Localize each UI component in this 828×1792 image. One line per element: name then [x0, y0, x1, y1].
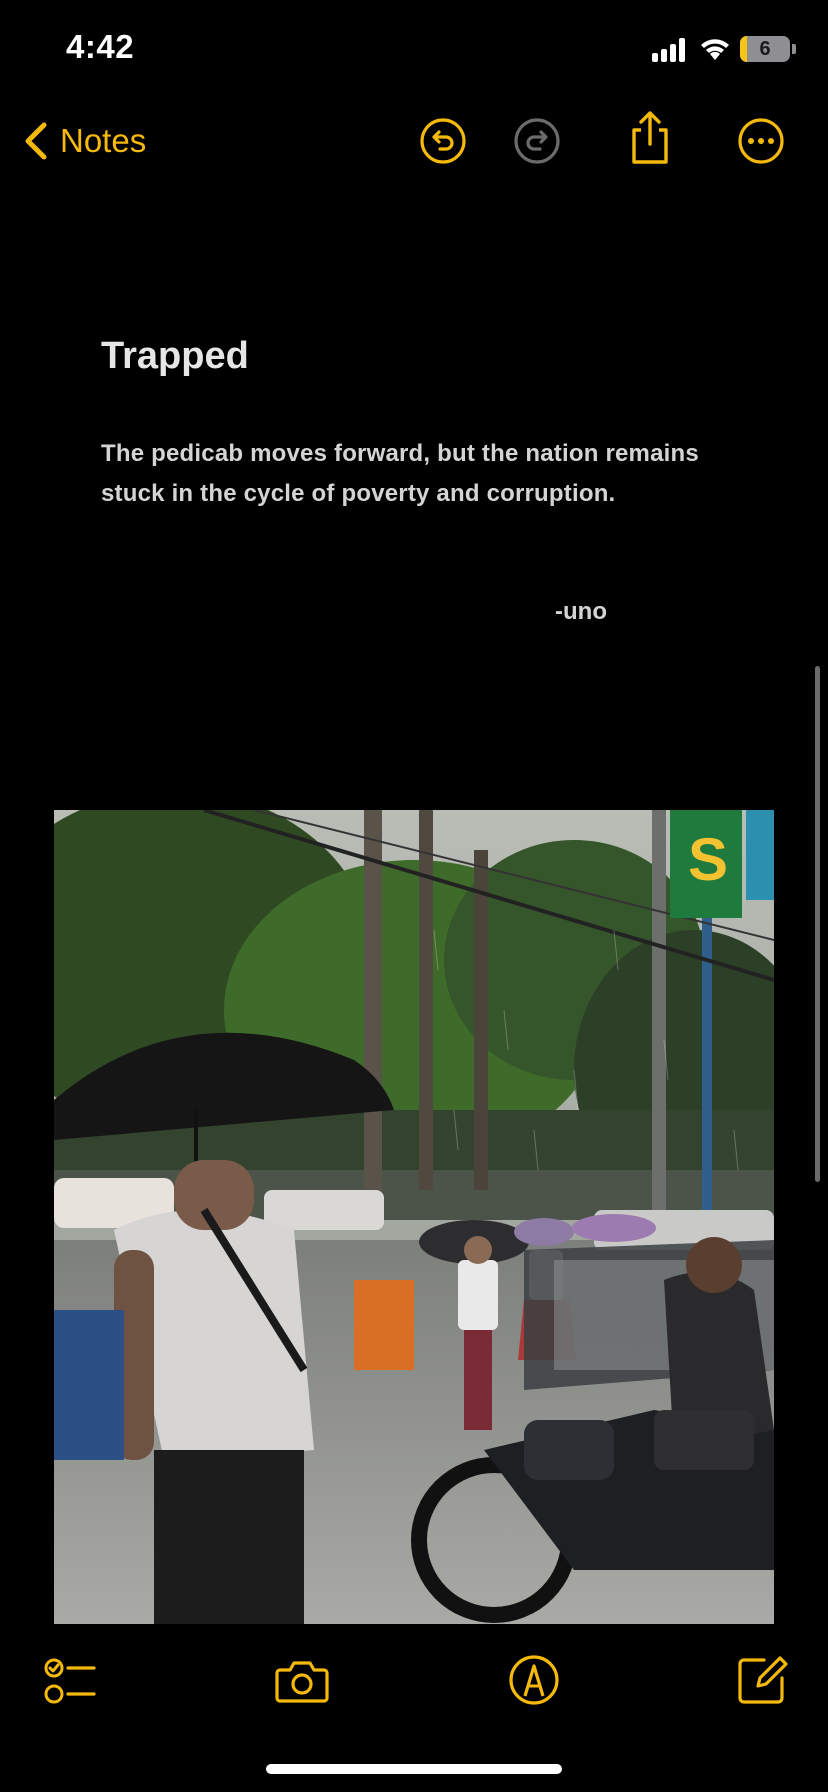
markup-button[interactable]: [506, 1652, 562, 1708]
share-button[interactable]: [625, 110, 675, 166]
attached-photo[interactable]: S: [54, 810, 774, 1624]
status-bar: 4:42 6: [0, 0, 828, 100]
checklist-icon: [44, 1658, 96, 1704]
back-label: Notes: [60, 122, 147, 159]
cellular-signal-icon: [652, 38, 688, 62]
battery-icon: 6: [740, 36, 790, 62]
compose-button[interactable]: [734, 1652, 790, 1708]
note-body[interactable]: The pedicab moves forward, but the natio…: [101, 434, 741, 514]
svg-text:S: S: [688, 826, 728, 893]
redo-button[interactable]: [512, 116, 562, 166]
back-button[interactable]: Notes: [22, 118, 146, 164]
compose-icon: [738, 1656, 788, 1704]
camera-button[interactable]: [274, 1652, 330, 1708]
home-indicator[interactable]: [266, 1764, 562, 1774]
checklist-button[interactable]: [40, 1652, 96, 1708]
undo-icon: [420, 118, 466, 164]
markup-icon: [509, 1655, 559, 1705]
scrollbar[interactable]: [815, 666, 820, 1182]
redo-icon: [514, 118, 560, 164]
camera-icon: [275, 1661, 329, 1703]
more-icon: [738, 118, 784, 164]
status-time: 4:42: [66, 28, 135, 65]
more-button[interactable]: [736, 116, 786, 166]
chevron-left-icon: [25, 122, 47, 160]
note-signature[interactable]: -uno: [555, 598, 607, 626]
share-icon: [632, 111, 668, 164]
nav-bar: Notes: [0, 100, 828, 182]
bottom-toolbar: [0, 1640, 828, 1720]
note-title[interactable]: Trapped: [101, 335, 249, 378]
undo-button[interactable]: [418, 116, 468, 166]
street-rain-photo: S: [54, 810, 774, 1624]
battery-level: 6: [759, 38, 771, 60]
battery-cap: [792, 44, 796, 54]
wifi-icon: [698, 32, 732, 62]
